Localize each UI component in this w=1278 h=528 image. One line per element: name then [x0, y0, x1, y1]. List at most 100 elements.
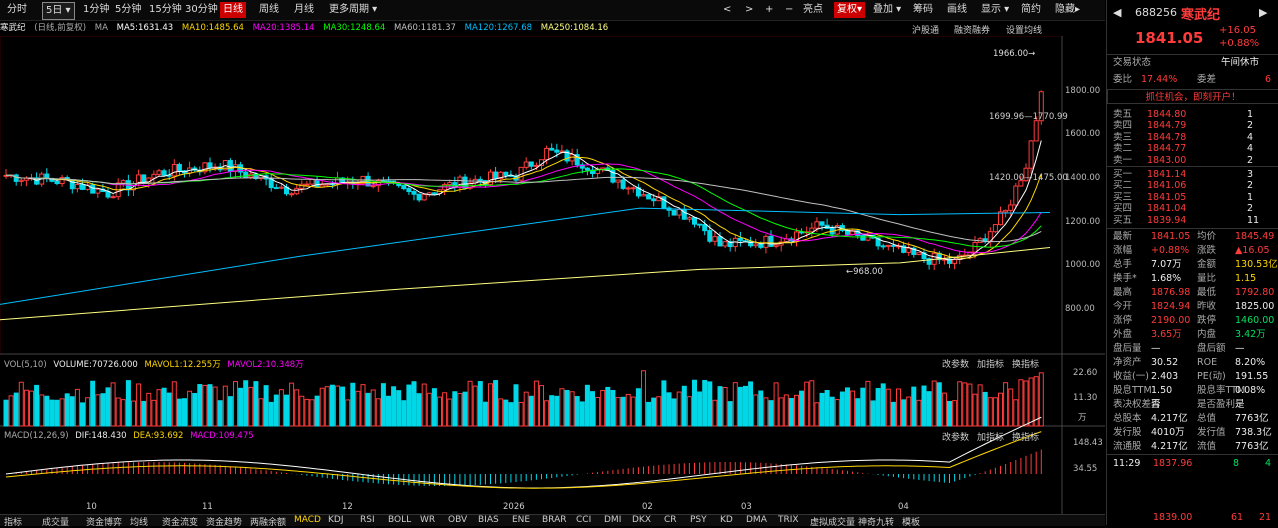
bid-row[interactable]: 买五 1839.94 11: [1107, 214, 1278, 228]
candle-body: [865, 234, 871, 241]
stat-value: —: [1235, 343, 1245, 354]
period-5day[interactable]: 5日 ▾: [42, 2, 75, 20]
candle-body: [533, 164, 539, 167]
open-account-banner[interactable]: 抓住机会，即刻开户！: [1107, 89, 1278, 104]
indicator-tab[interactable]: 模板: [902, 515, 920, 528]
indicator-tab[interactable]: 指标: [4, 515, 22, 528]
stat-label: 换手*: [1113, 273, 1137, 284]
weicha-label: 委差: [1197, 74, 1217, 85]
period-fenshi[interactable]: 分时: [4, 2, 30, 18]
forward-arrow-icon[interactable]: ▶: [1259, 6, 1267, 19]
volume-bar: [875, 388, 881, 427]
indicator-tab[interactable]: CCI: [576, 515, 591, 525]
indicator-tab[interactable]: OBV: [448, 515, 467, 525]
indicator-tab[interactable]: 虚拟成交量: [810, 515, 855, 528]
stat-value: 1.15: [1235, 273, 1257, 284]
kline-chart[interactable]: [0, 36, 1105, 514]
divider: [1107, 54, 1278, 55]
volume-bar: [768, 400, 774, 427]
margin-link[interactable]: 融资融券: [954, 23, 990, 36]
indicator-tab[interactable]: KDJ: [328, 515, 344, 525]
indicator-tab[interactable]: 两融余额: [250, 515, 286, 528]
overlay-button[interactable]: 叠加 ▾: [870, 2, 904, 18]
period-5min[interactable]: 5分钟: [112, 2, 144, 18]
zoom-out-icon[interactable]: −: [782, 2, 796, 18]
volume-bar: [641, 370, 646, 427]
stat-value: 3.42万: [1235, 329, 1266, 340]
back-arrow-icon[interactable]: ◀: [1113, 6, 1121, 19]
indicator-tab[interactable]: WR: [420, 515, 435, 525]
indicator-tab[interactable]: ENE: [512, 515, 530, 525]
volume-bar: [681, 385, 687, 427]
ma5-value: MA5:1631.43: [116, 23, 174, 33]
indicator-tab[interactable]: RSI: [360, 515, 375, 525]
simple-button[interactable]: 简约: [1018, 2, 1044, 18]
stat-label: 最低: [1197, 287, 1217, 298]
indicator-tab[interactable]: 均线: [130, 515, 148, 528]
hk-connect-link[interactable]: 沪股通: [912, 23, 939, 36]
indicator-tab[interactable]: DKX: [632, 515, 651, 525]
indicator-tab[interactable]: TRIX: [778, 515, 799, 525]
volume-bar: [125, 380, 131, 427]
indicator-tab[interactable]: MACD: [294, 515, 321, 525]
set-ma-link[interactable]: 设置均线: [1006, 23, 1042, 36]
candle-body: [758, 243, 764, 248]
ma-legend: 寒武纪 (日线,前复权) MA MA5:1631.43 MA10:1485.64…: [0, 21, 1060, 35]
indicator-tab[interactable]: 资金趋势: [206, 515, 242, 528]
status-label: 交易状态: [1113, 57, 1152, 68]
indicator-tab[interactable]: BRAR: [542, 515, 566, 525]
volume-bar: [901, 399, 907, 427]
period-weekly[interactable]: 周线: [256, 2, 282, 18]
indicator-tab[interactable]: 资金流变: [162, 515, 198, 528]
highlight-button[interactable]: 亮点: [800, 2, 826, 18]
vol-add-indicator[interactable]: 加指标: [977, 357, 1004, 370]
forward-icon[interactable]: >: [742, 2, 756, 18]
indicator-tab[interactable]: DMA: [746, 515, 767, 525]
volume-bar: [161, 387, 167, 427]
macd-change-param[interactable]: 改参数: [942, 430, 969, 443]
volume-bar: [284, 394, 289, 427]
indicator-tab[interactable]: 神奇九转: [858, 515, 894, 528]
fuquan-button[interactable]: 复权▾: [834, 2, 866, 18]
draw-button[interactable]: 画线: [944, 2, 970, 18]
indicator-tab[interactable]: KD: [720, 515, 733, 525]
stat-value: 4.217亿: [1151, 441, 1188, 452]
period-more[interactable]: 更多周期 ▾: [326, 2, 380, 18]
indicator-tab[interactable]: DMI: [604, 515, 621, 525]
vol-change-param[interactable]: 改参数: [942, 357, 969, 370]
candle-body: [151, 173, 157, 179]
chips-button[interactable]: 筹码: [910, 2, 936, 18]
display-button[interactable]: 显示 ▾: [978, 2, 1012, 18]
macd-add-indicator[interactable]: 加指标: [977, 430, 1004, 443]
period-daily[interactable]: 日线: [220, 2, 246, 18]
indicator-tab[interactable]: PSY: [690, 515, 707, 525]
tick-row-2: 1839.00 61 21: [1107, 511, 1278, 525]
x-tick-2026: 2026: [503, 502, 525, 512]
volume-bar: [590, 391, 595, 427]
period-15min[interactable]: 15分钟: [146, 2, 185, 18]
volume-bar: [498, 398, 504, 427]
period-30min[interactable]: 30分钟: [182, 2, 221, 18]
volume-bar: [569, 391, 575, 427]
vol-switch-indicator[interactable]: 换指标: [1012, 357, 1039, 370]
macd-switch-indicator[interactable]: 换指标: [1012, 430, 1039, 443]
indicator-tab[interactable]: 成交量: [42, 515, 69, 528]
stat-row: 外盘 3.65万 内盘 3.42万: [1107, 328, 1278, 342]
volume-bar: [202, 384, 208, 427]
zoom-in-icon[interactable]: +: [762, 2, 776, 18]
period-monthly[interactable]: 月线: [291, 2, 317, 18]
period-1min[interactable]: 1分钟: [80, 2, 112, 18]
indicator-tab[interactable]: 资金博弈: [86, 515, 122, 528]
stat-label: 收益(一): [1113, 371, 1149, 382]
hide-button[interactable]: 隐藏▸: [1052, 2, 1083, 18]
indicator-tab[interactable]: CR: [664, 515, 677, 525]
volume-bar: [90, 380, 96, 427]
candle-body: [697, 223, 703, 226]
indicator-tab[interactable]: BIAS: [478, 515, 499, 525]
stat-label: ROE: [1197, 357, 1218, 368]
indicator-tab[interactable]: BOLL: [388, 515, 411, 525]
stat-label: 涨跌: [1197, 245, 1217, 256]
weibi-row: 委比 17.44% 委差 6: [1107, 73, 1278, 87]
vol-mavol2: MAVOL2:10.348万: [227, 360, 304, 370]
back-icon[interactable]: <: [720, 2, 734, 18]
